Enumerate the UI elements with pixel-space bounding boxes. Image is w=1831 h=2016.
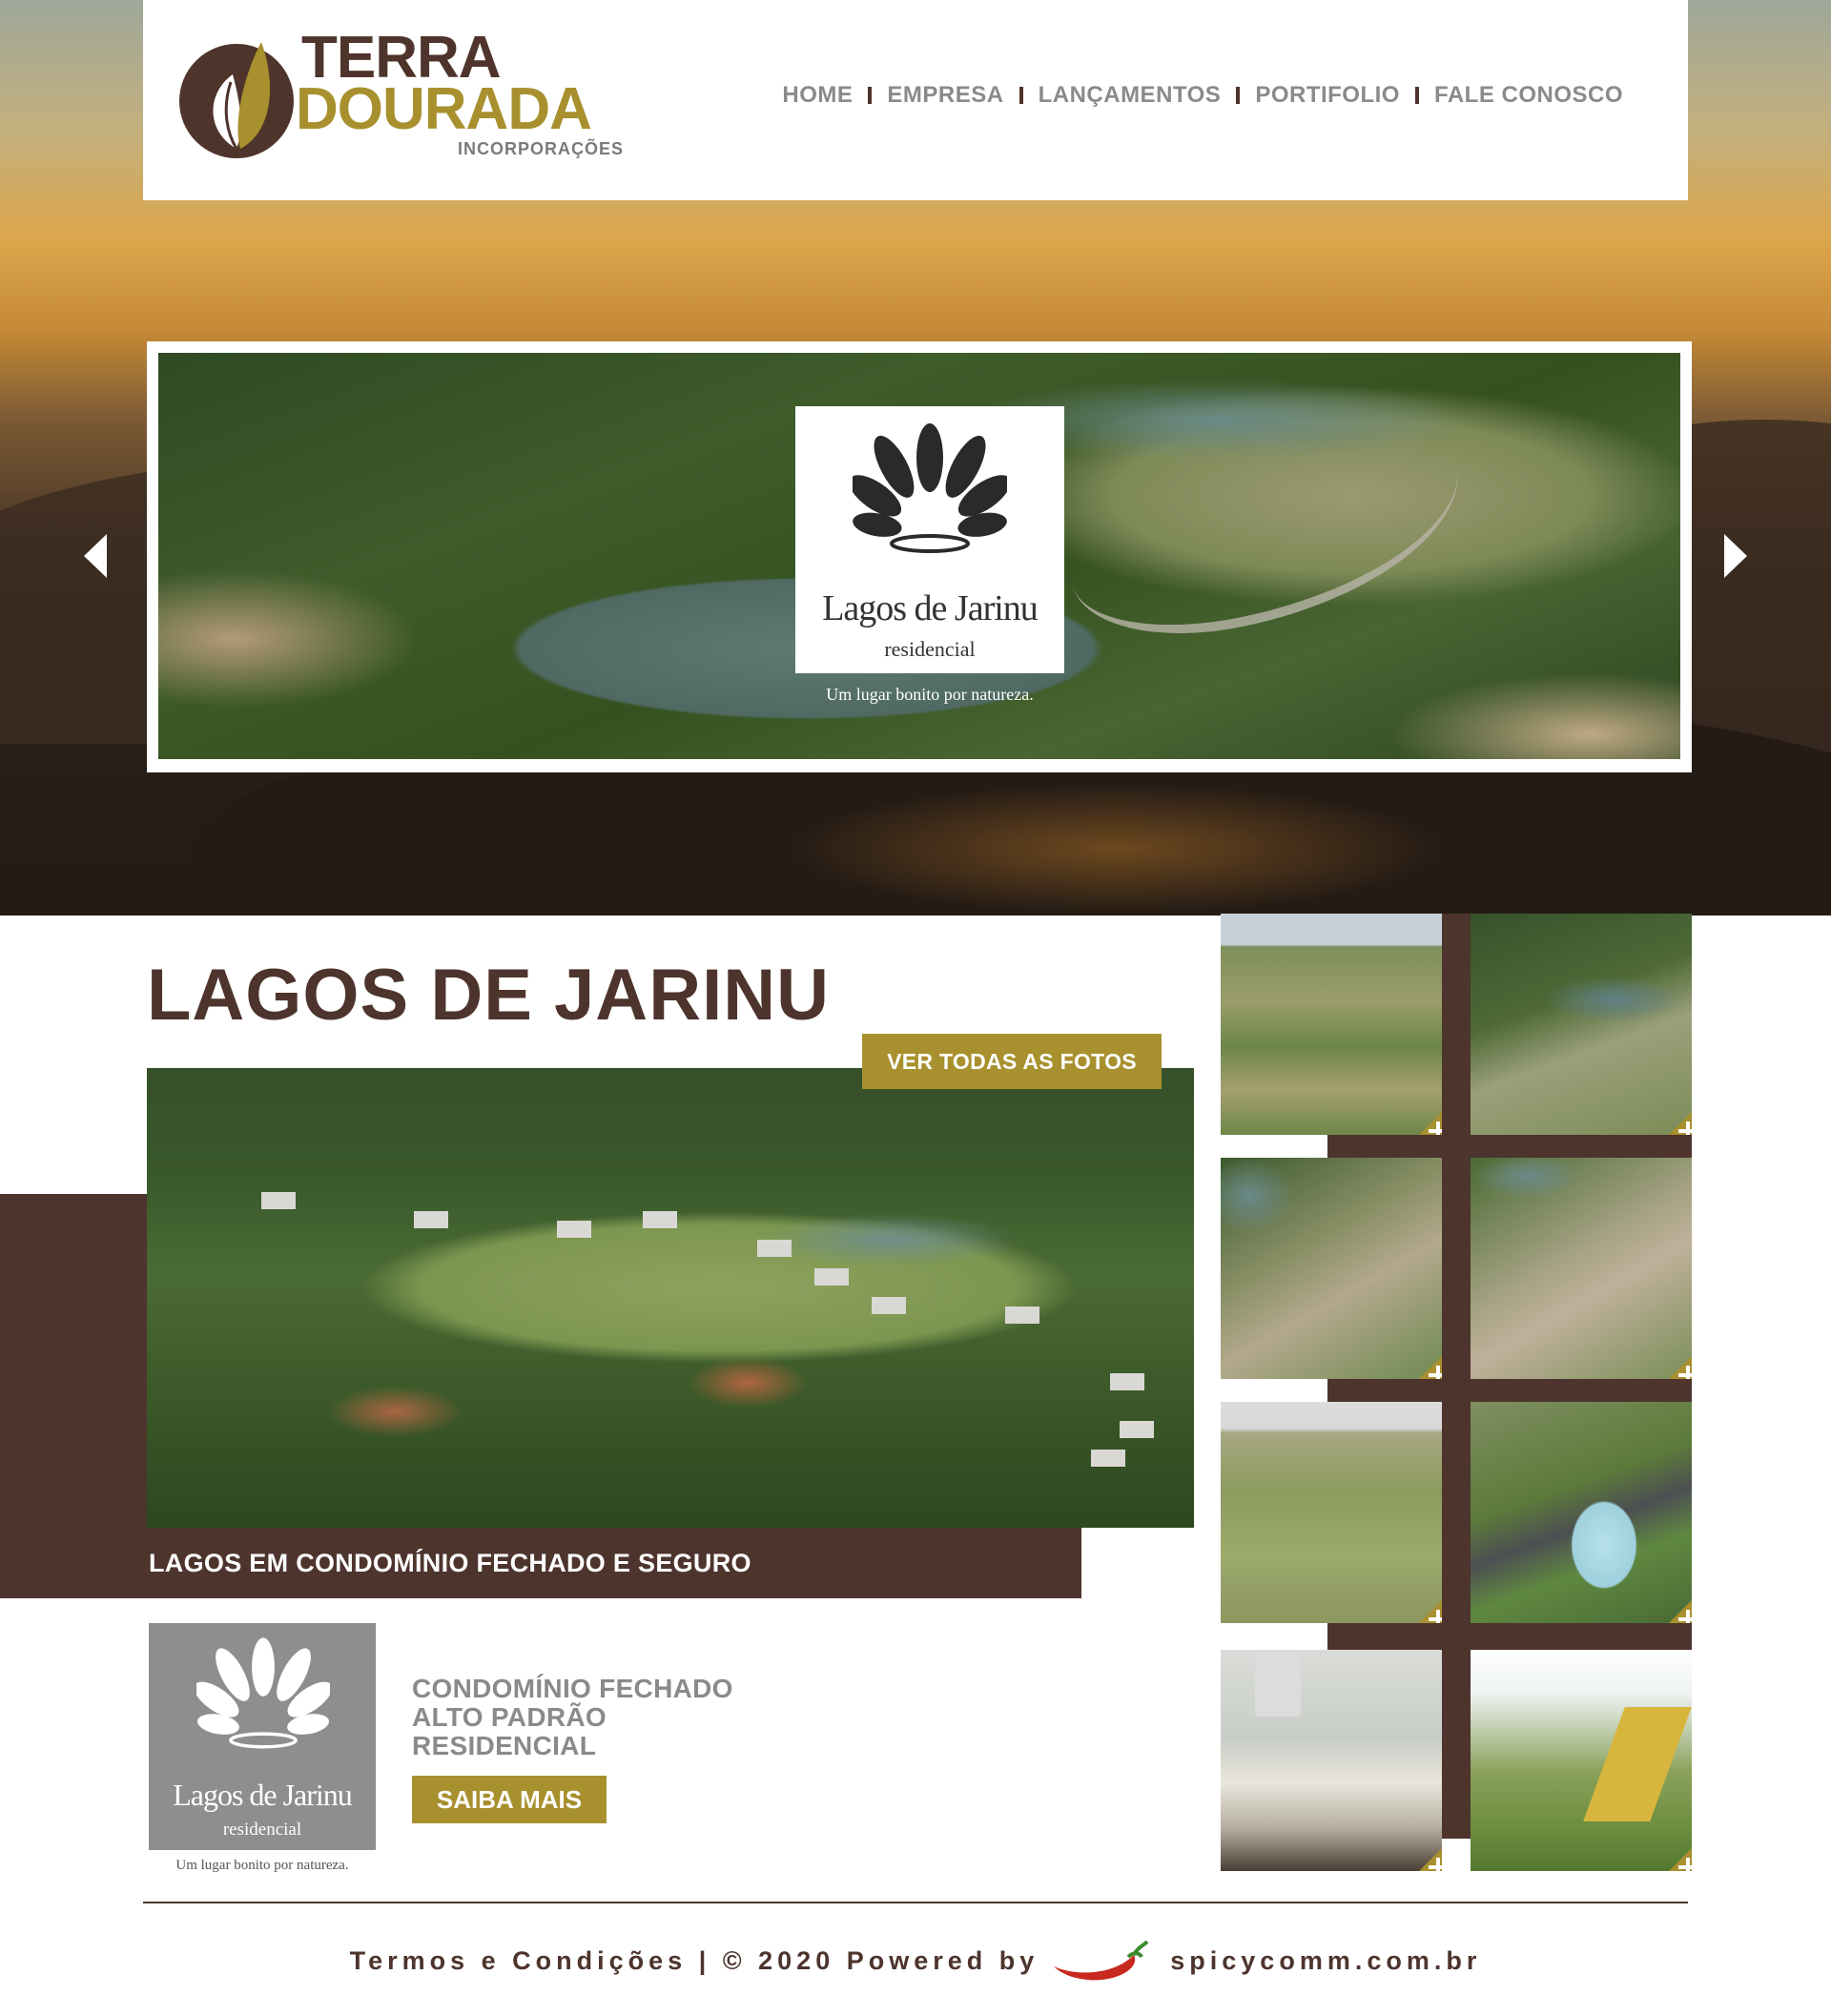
project-logo-sub: residencial [222,1820,302,1840]
project-logo-name: Lagos de Jarinu [173,1778,353,1812]
nav-empresa[interactable]: EMPRESA [887,82,1003,109]
arrow-right-icon[interactable] [1720,530,1753,582]
slider-tagline: Um lugar bonito por natureza. [826,685,1034,704]
photo-house [1091,1450,1125,1467]
photo-house [1110,1373,1144,1390]
gallery-thumb[interactable] [1221,1402,1442,1623]
lagos-leaf-logo-icon [853,423,1007,553]
leaf-logo-icon [179,42,294,158]
lagos-leaf-logo-icon [196,1637,330,1749]
gallery-thumb[interactable] [1471,1402,1692,1623]
plus-icon[interactable] [1657,1345,1692,1379]
gallery-thumb[interactable] [1471,1158,1692,1379]
footer-link[interactable]: spicycomm.com.br [1170,1946,1481,1976]
plus-icon[interactable] [1408,1837,1442,1871]
project-title: LAGOS DE JARINU [147,955,830,1036]
terra-dourada-logo[interactable]: TERRA DOURADA INCORPORAÇÕES [177,29,623,164]
nav-home[interactable]: HOME [782,82,853,109]
saiba-mais-button[interactable]: SAIBA MAIS [412,1776,607,1823]
photo-house [261,1192,296,1209]
desc-line: ALTO PADRÃO [412,1702,607,1732]
slider-road [1048,389,1481,660]
photo-house [414,1211,448,1228]
logo-text-dourada: DOURADA [296,76,592,142]
photo-house [1005,1306,1039,1324]
nav-lancamentos[interactable]: LANÇAMENTOS [1039,82,1222,109]
kitchen-hood [1255,1650,1301,1717]
footer-text[interactable]: Termos e Condições | © 2020 Powered by [350,1946,1039,1976]
project-description: CONDOMÍNIO FECHADO ALTO PADRÃO RESIDENCI… [412,1675,733,1760]
nav-fale-conosco[interactable]: FALE CONOSCO [1434,82,1623,109]
desc-line: CONDOMÍNIO FECHADO [412,1674,733,1703]
plus-icon[interactable] [1408,1345,1442,1379]
hero-glow [782,782,1450,915]
photo-house [1120,1421,1154,1438]
nav-separator [1018,87,1023,104]
playground-slide [1583,1707,1692,1821]
slider-badge-sub: residencial [884,637,976,661]
gallery-thumb[interactable] [1221,914,1442,1135]
photo-house [757,1240,792,1257]
nav-separator [868,87,873,104]
project-logo-tagline: Um lugar bonito por natureza. [175,1858,349,1873]
gallery-thumb[interactable] [1221,1158,1442,1379]
desc-line: RESIDENCIAL [412,1731,597,1760]
nav-separator [1414,87,1419,104]
main-project-photo[interactable] [147,1068,1194,1528]
plus-icon[interactable] [1408,1589,1442,1623]
photo-house [872,1297,906,1314]
footer-divider [143,1902,1688,1903]
gallery-thumb[interactable] [1471,1650,1692,1871]
photo-caption: LAGOS EM CONDOMÍNIO FECHADO E SEGURO [149,1549,751,1577]
plus-icon[interactable] [1657,1837,1692,1871]
site-footer: Termos e Condições | © 2020 Powered by s… [0,1940,1831,1981]
project-logo-box[interactable]: Lagos de Jarinu residencial [149,1623,376,1850]
nav-portifolio[interactable]: PORTIFOLIO [1255,82,1400,109]
arrow-left-icon[interactable] [78,530,111,582]
plus-icon[interactable] [1657,1101,1692,1135]
photo-house [814,1268,849,1286]
gallery-thumb[interactable] [1471,914,1692,1135]
logo-text-incorporacoes: INCORPORAÇÕES [458,139,625,158]
plus-icon[interactable] [1408,1101,1442,1135]
slider-badge-name: Lagos de Jarinu [822,588,1039,628]
photo-house [643,1211,677,1228]
slider-project-badge[interactable]: Lagos de Jarinu residencial [795,406,1064,673]
chili-pepper-icon [1054,1940,1149,1981]
gallery-thumb[interactable] [1221,1650,1442,1871]
nav-separator [1236,87,1241,104]
photo-house [557,1221,591,1238]
see-all-photos-button[interactable]: VER TODAS AS FOTOS [862,1034,1162,1089]
plus-icon[interactable] [1657,1589,1692,1623]
site-header: TERRA DOURADA INCORPORAÇÕES HOME EMPRESA… [143,0,1688,200]
main-nav: HOME EMPRESA LANÇAMENTOS PORTIFOLIO FALE… [782,82,1623,109]
